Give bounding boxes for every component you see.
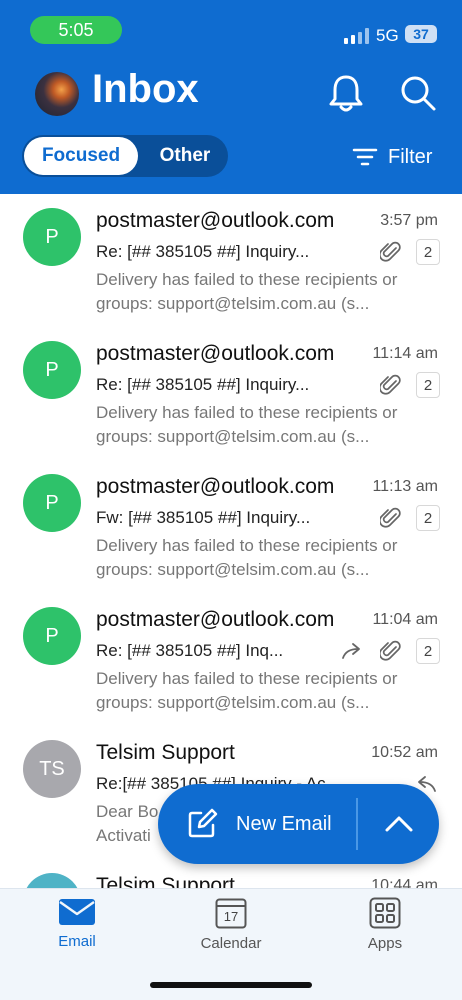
paperclip-icon <box>380 640 401 661</box>
message-preview: Delivery has failed to these recipients … <box>96 403 398 446</box>
expand-button[interactable] <box>358 784 439 864</box>
filter-icon <box>352 148 378 166</box>
tab-calendar-label: Calendar <box>200 935 262 952</box>
message-time: 11:04 am <box>372 611 438 628</box>
calendar-day: 17 <box>223 909 239 924</box>
filter-button[interactable]: Filter <box>352 142 432 172</box>
tab-calendar[interactable]: 17 Calendar <box>171 897 291 963</box>
page-title: Inbox <box>92 67 199 111</box>
message-time: 11:14 am <box>372 345 438 362</box>
app-header: 5:05 5G 37 Inbox Focused Other Filter <box>0 0 462 194</box>
filter-label: Filter <box>388 145 433 168</box>
sender-avatar: P <box>23 607 81 665</box>
signal-icon <box>344 28 369 44</box>
chevron-up-icon <box>385 816 412 832</box>
bell-icon[interactable] <box>326 72 366 114</box>
tab-apps[interactable]: Apps <box>325 897 445 963</box>
sender-avatar: TS <box>23 740 81 798</box>
paperclip-icon <box>380 507 401 528</box>
inbox-segment-control: Focused Other <box>22 135 228 177</box>
sender-avatar <box>23 873 81 889</box>
compose-icon <box>188 808 218 838</box>
paperclip-icon <box>380 374 401 395</box>
apps-grid-icon <box>369 897 401 929</box>
search-icon[interactable] <box>398 72 438 114</box>
message-row[interactable]: P postmaster@outlook.com 11:04 am Re: [#… <box>0 593 462 726</box>
sender-name: postmaster@outlook.com <box>96 608 335 631</box>
sender-name: postmaster@outlook.com <box>96 342 335 365</box>
message-row[interactable]: P postmaster@outlook.com 11:14 am Re: [#… <box>0 327 462 460</box>
sender-name: Telsim Support <box>96 741 235 764</box>
message-preview: Delivery has failed to these recipients … <box>96 270 398 313</box>
tab-email-label: Email <box>58 933 96 950</box>
thread-count: 2 <box>416 638 440 664</box>
thread-count: 2 <box>416 505 440 531</box>
calendar-icon: 17 <box>215 897 247 929</box>
status-bar: 5:05 5G 37 <box>0 0 462 58</box>
network-type: 5G <box>376 26 399 45</box>
tab-focused[interactable]: Focused <box>24 137 138 175</box>
account-avatar[interactable] <box>35 72 79 116</box>
message-subject: Re: [## 385105 ##] Inq... <box>96 641 284 660</box>
mail-icon <box>59 899 95 925</box>
sender-name: postmaster@outlook.com <box>96 475 335 498</box>
message-preview: Delivery has failed to these recipients … <box>96 669 398 712</box>
sender-name: Telsim Support <box>96 874 235 889</box>
thread-count: 2 <box>416 239 440 265</box>
thread-count: 2 <box>416 372 440 398</box>
message-row[interactable]: P postmaster@outlook.com 11:13 am Fw: [#… <box>0 460 462 593</box>
message-time: 11:13 am <box>372 478 438 495</box>
battery-indicator: 37 <box>405 25 437 43</box>
paperclip-icon <box>380 241 401 262</box>
new-email-fab: New Email <box>158 784 439 864</box>
new-email-button[interactable]: New Email <box>158 784 356 864</box>
message-preview: Delivery has failed to these recipients … <box>96 536 398 579</box>
sender-avatar: P <box>23 341 81 399</box>
message-subject: Re: [## 385105 ##] Inquiry... <box>96 375 310 394</box>
forward-icon <box>342 643 360 659</box>
message-row[interactable]: P postmaster@outlook.com 3:57 pm Re: [##… <box>0 194 462 327</box>
message-preview: Dear Bo Activati <box>96 802 159 845</box>
bottom-tab-bar: Email 17 Calendar Apps <box>0 888 462 1000</box>
sender-name: postmaster@outlook.com <box>96 209 335 232</box>
tab-email[interactable]: Email <box>17 897 137 963</box>
sender-avatar: P <box>23 208 81 266</box>
new-email-label: New Email <box>236 812 332 835</box>
sender-avatar: P <box>23 474 81 532</box>
home-indicator <box>150 982 312 988</box>
message-time: 3:57 pm <box>380 212 438 229</box>
message-subject: Fw: [## 385105 ##] Inquiry... <box>96 508 311 527</box>
status-time: 5:05 <box>30 16 122 44</box>
tab-other[interactable]: Other <box>142 135 228 177</box>
message-time: 10:52 am <box>371 744 438 761</box>
message-subject: Re: [## 385105 ##] Inquiry... <box>96 242 310 261</box>
tab-apps-label: Apps <box>367 935 403 952</box>
